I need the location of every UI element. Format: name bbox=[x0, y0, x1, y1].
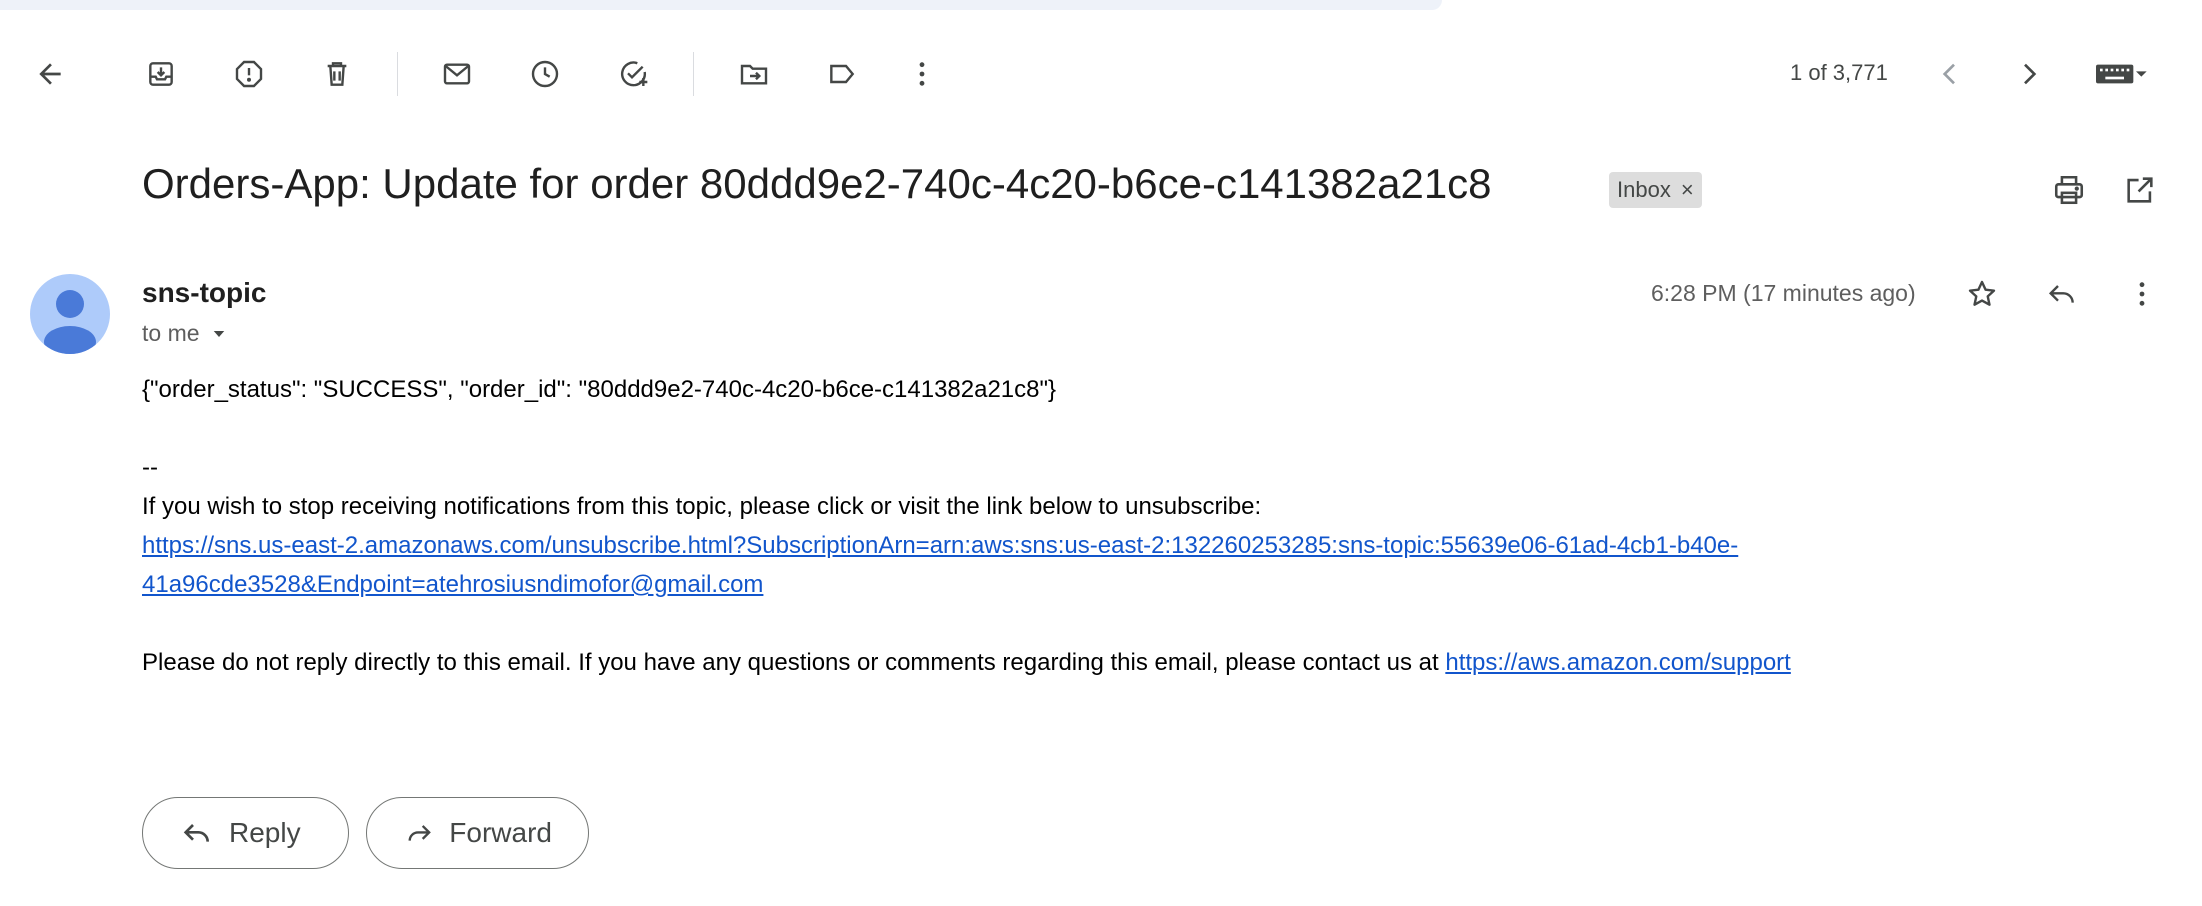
reply-button[interactable]: Reply bbox=[142, 797, 349, 869]
toolbar-separator bbox=[397, 52, 398, 96]
forward-icon bbox=[408, 825, 431, 841]
delete-icon[interactable] bbox=[315, 52, 359, 96]
unsubscribe-link[interactable]: https://sns.us-east-2.amazonaws.com/unsu… bbox=[142, 532, 1738, 559]
body-unsubscribe-text: If you wish to stop receiving notificati… bbox=[142, 493, 1262, 520]
body-noreply-line: Please do not reply directly to this ema… bbox=[142, 643, 1791, 682]
move-to-icon[interactable] bbox=[732, 52, 776, 96]
reply-icon[interactable] bbox=[2040, 272, 2084, 316]
next-icon[interactable] bbox=[2007, 52, 2051, 96]
prev-icon[interactable] bbox=[1928, 52, 1972, 96]
body-noreply-text: Please do not reply directly to this ema… bbox=[142, 649, 1446, 676]
pagination-count: 1 of 3,771 bbox=[1790, 60, 1888, 85]
forward-label: Forward bbox=[449, 817, 552, 848]
star-icon[interactable] bbox=[1960, 272, 2004, 316]
forward-button[interactable]: Forward bbox=[366, 797, 589, 869]
mark-unread-icon[interactable] bbox=[435, 52, 479, 96]
body-separator: -- bbox=[142, 454, 158, 481]
keyboard-icon[interactable] bbox=[2080, 52, 2160, 96]
unsubscribe-link-line-1: https://sns.us-east-2.amazonaws.com/unsu… bbox=[142, 526, 1738, 565]
reply-label: Reply bbox=[229, 817, 301, 848]
sender-name[interactable]: sns-topic bbox=[142, 277, 266, 309]
unsubscribe-link-continued[interactable]: 41a96cde3528&Endpoint=atehrosiusndimofor… bbox=[142, 571, 763, 598]
avatar[interactable] bbox=[30, 274, 110, 354]
top-strip bbox=[0, 0, 1442, 10]
open-in-new-window-icon[interactable] bbox=[2118, 168, 2162, 212]
reply-icon bbox=[183, 824, 209, 842]
archive-icon[interactable] bbox=[139, 52, 183, 96]
remove-label-icon[interactable]: × bbox=[1681, 177, 1694, 203]
back-arrow-icon[interactable] bbox=[28, 52, 72, 96]
print-icon[interactable] bbox=[2047, 168, 2091, 212]
message-time: 6:28 PM (17 minutes ago) bbox=[1651, 280, 1916, 306]
add-task-icon[interactable] bbox=[612, 52, 656, 96]
snooze-icon[interactable] bbox=[523, 52, 567, 96]
recipient-details[interactable]: to me bbox=[142, 320, 228, 347]
unsubscribe-link-line-2: 41a96cde3528&Endpoint=atehrosiusndimofor… bbox=[142, 565, 763, 604]
body-json-line: {"order_status": "SUCCESS", "order_id": … bbox=[142, 376, 1057, 403]
report-spam-icon[interactable] bbox=[227, 52, 271, 96]
more-vert-icon[interactable] bbox=[2120, 272, 2164, 316]
toolbar-separator bbox=[693, 52, 694, 96]
label-text: Inbox bbox=[1617, 177, 1671, 202]
chevron-down-icon bbox=[213, 330, 224, 337]
inbox-label-chip[interactable]: Inbox × bbox=[1609, 172, 1702, 208]
recipient-label: to me bbox=[142, 320, 200, 346]
label-icon[interactable] bbox=[820, 52, 864, 96]
more-vert-icon[interactable] bbox=[900, 52, 944, 96]
message-toolbar: 1 of 3,771 bbox=[0, 38, 2202, 110]
email-subject: Orders-App: Update for order 80ddd9e2-74… bbox=[142, 160, 1492, 207]
support-link[interactable]: https://aws.amazon.com/support bbox=[1445, 649, 1791, 676]
